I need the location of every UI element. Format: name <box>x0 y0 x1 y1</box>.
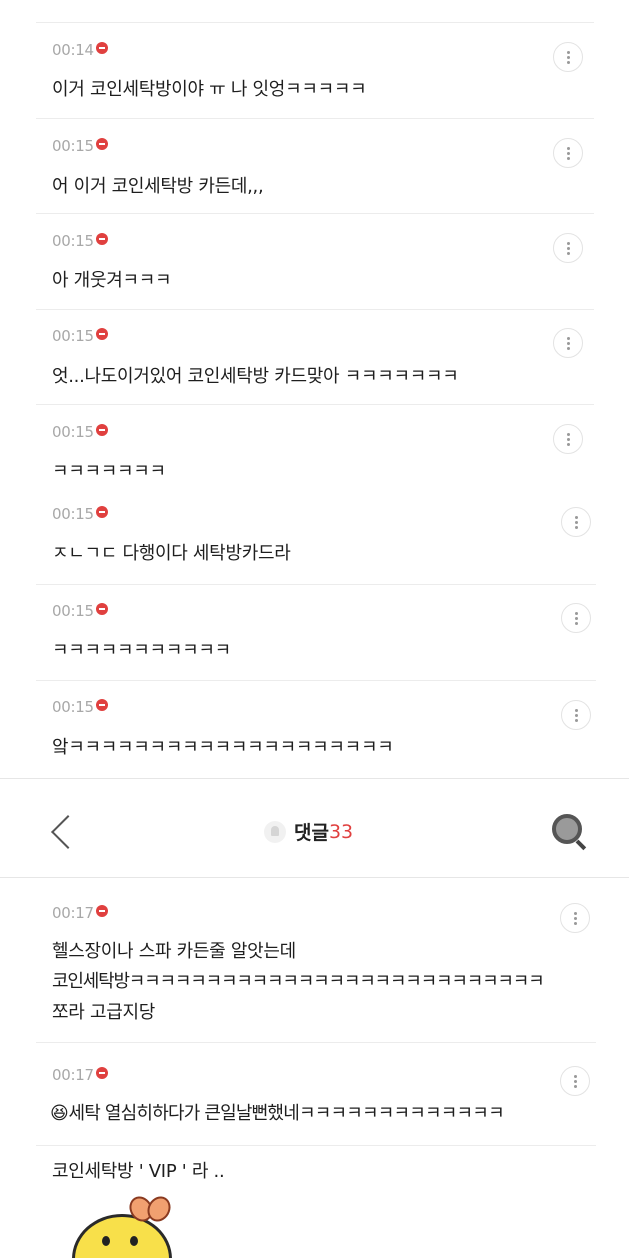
new-badge-icon <box>95 506 108 518</box>
more-icon <box>566 146 570 161</box>
comment-text: 앜ㅋㅋㅋㅋㅋㅋㅋㅋㅋㅋㅋㅋㅋㅋㅋㅋㅋㅋㅋㅋ <box>52 737 394 758</box>
comment-divider <box>36 1145 596 1146</box>
comment-divider <box>36 1042 596 1043</box>
comment-text: 😆세탁 열심히하다가 큰일날뻔했네ㅋㅋㅋㅋㅋㅋㅋㅋㅋㅋㅋㅋㅋ <box>50 1103 505 1124</box>
more-options-button[interactable] <box>553 42 583 72</box>
comment-text: 엇...나도이거있어 코인세탁방 카드맞아 ㅋㅋㅋㅋㅋㅋㅋ <box>52 366 459 387</box>
new-badge-icon <box>95 42 108 54</box>
new-badge-icon <box>95 424 108 436</box>
new-badge-icon <box>95 328 108 340</box>
comment-text: 이거 코인세탁방이야 ㅠ 나 잇엉ㅋㅋㅋㅋㅋ <box>52 79 367 100</box>
comment-divider <box>36 584 596 585</box>
search-button[interactable] <box>552 814 588 851</box>
comment-text: 코인세탁방 ' VIP ' 라 .. <box>52 1161 225 1182</box>
new-badge-icon <box>95 699 108 711</box>
comment-divider <box>36 118 594 119</box>
comment-time: 00:17 <box>52 1066 108 1084</box>
comment-time: 00:15 <box>52 505 108 523</box>
more-options-button[interactable] <box>560 1066 590 1096</box>
comment-time: 00:15 <box>52 698 108 716</box>
more-options-button[interactable] <box>561 507 591 537</box>
comment-count: 33 <box>328 820 354 843</box>
comment-time: 00:15 <box>52 423 108 441</box>
more-options-button[interactable] <box>553 328 583 358</box>
more-options-button[interactable] <box>553 424 583 454</box>
comment-time: 00:15 <box>52 327 108 345</box>
comments-header-title: 댓글 33 <box>264 818 353 845</box>
comment-text: 아 개웃겨ㅋㅋㅋ <box>52 270 172 291</box>
comment-divider <box>36 213 594 214</box>
comment-time: 00:15 <box>52 232 108 250</box>
comment-text: ㅈㄴㄱㄷ 다행이다 세탁방카드라 <box>52 543 291 564</box>
more-options-button[interactable] <box>561 603 591 633</box>
comment-text-line: 헬스장이나 스파 카든줄 알앗는데 <box>52 941 296 962</box>
comment-time: 00:15 <box>52 137 108 155</box>
more-options-button[interactable] <box>561 700 591 730</box>
new-badge-icon <box>95 1067 108 1079</box>
laughing-emoji-icon: 😆 <box>50 1103 69 1124</box>
more-icon <box>566 241 570 256</box>
more-icon <box>574 515 578 530</box>
new-badge-icon <box>95 233 108 245</box>
more-icon <box>566 50 570 65</box>
comment-divider <box>36 22 594 23</box>
more-icon <box>566 336 570 351</box>
comment-text-line: 코인세탁방ㅋㅋㅋㅋㅋㅋㅋㅋㅋㅋㅋㅋㅋㅋㅋㅋㅋㅋㅋㅋㅋㅋㅋㅋㅋㅋㅋ <box>52 971 545 992</box>
chick-sticker-image <box>68 1192 178 1258</box>
more-icon <box>566 432 570 447</box>
header-title-label: 댓글 <box>294 822 329 844</box>
new-badge-icon <box>95 603 108 615</box>
more-icon <box>574 708 578 723</box>
comment-text: ㅋㅋㅋㅋㅋㅋㅋ <box>52 461 166 482</box>
more-options-button[interactable] <box>553 138 583 168</box>
more-icon <box>574 611 578 626</box>
more-icon <box>573 1074 577 1089</box>
back-button[interactable] <box>48 812 78 852</box>
comment-text: ㅋㅋㅋㅋㅋㅋㅋㅋㅋㅋㅋ <box>52 640 231 661</box>
comment-text-line: 쪼라 고급지당 <box>52 1002 155 1023</box>
comment-divider <box>36 680 596 681</box>
comment-time: 00:15 <box>52 602 108 620</box>
new-badge-icon <box>95 905 108 917</box>
comment-time: 00:14 <box>52 41 108 59</box>
more-icon <box>573 911 577 926</box>
bell-icon[interactable] <box>264 820 286 843</box>
comment-time: 00:17 <box>52 904 108 922</box>
new-badge-icon <box>95 138 108 150</box>
more-options-button[interactable] <box>560 903 590 933</box>
comment-text: 어 이거 코인세탁방 카든데,,, <box>52 176 264 197</box>
comment-divider <box>36 309 594 310</box>
comment-divider <box>36 404 594 405</box>
more-options-button[interactable] <box>553 233 583 263</box>
